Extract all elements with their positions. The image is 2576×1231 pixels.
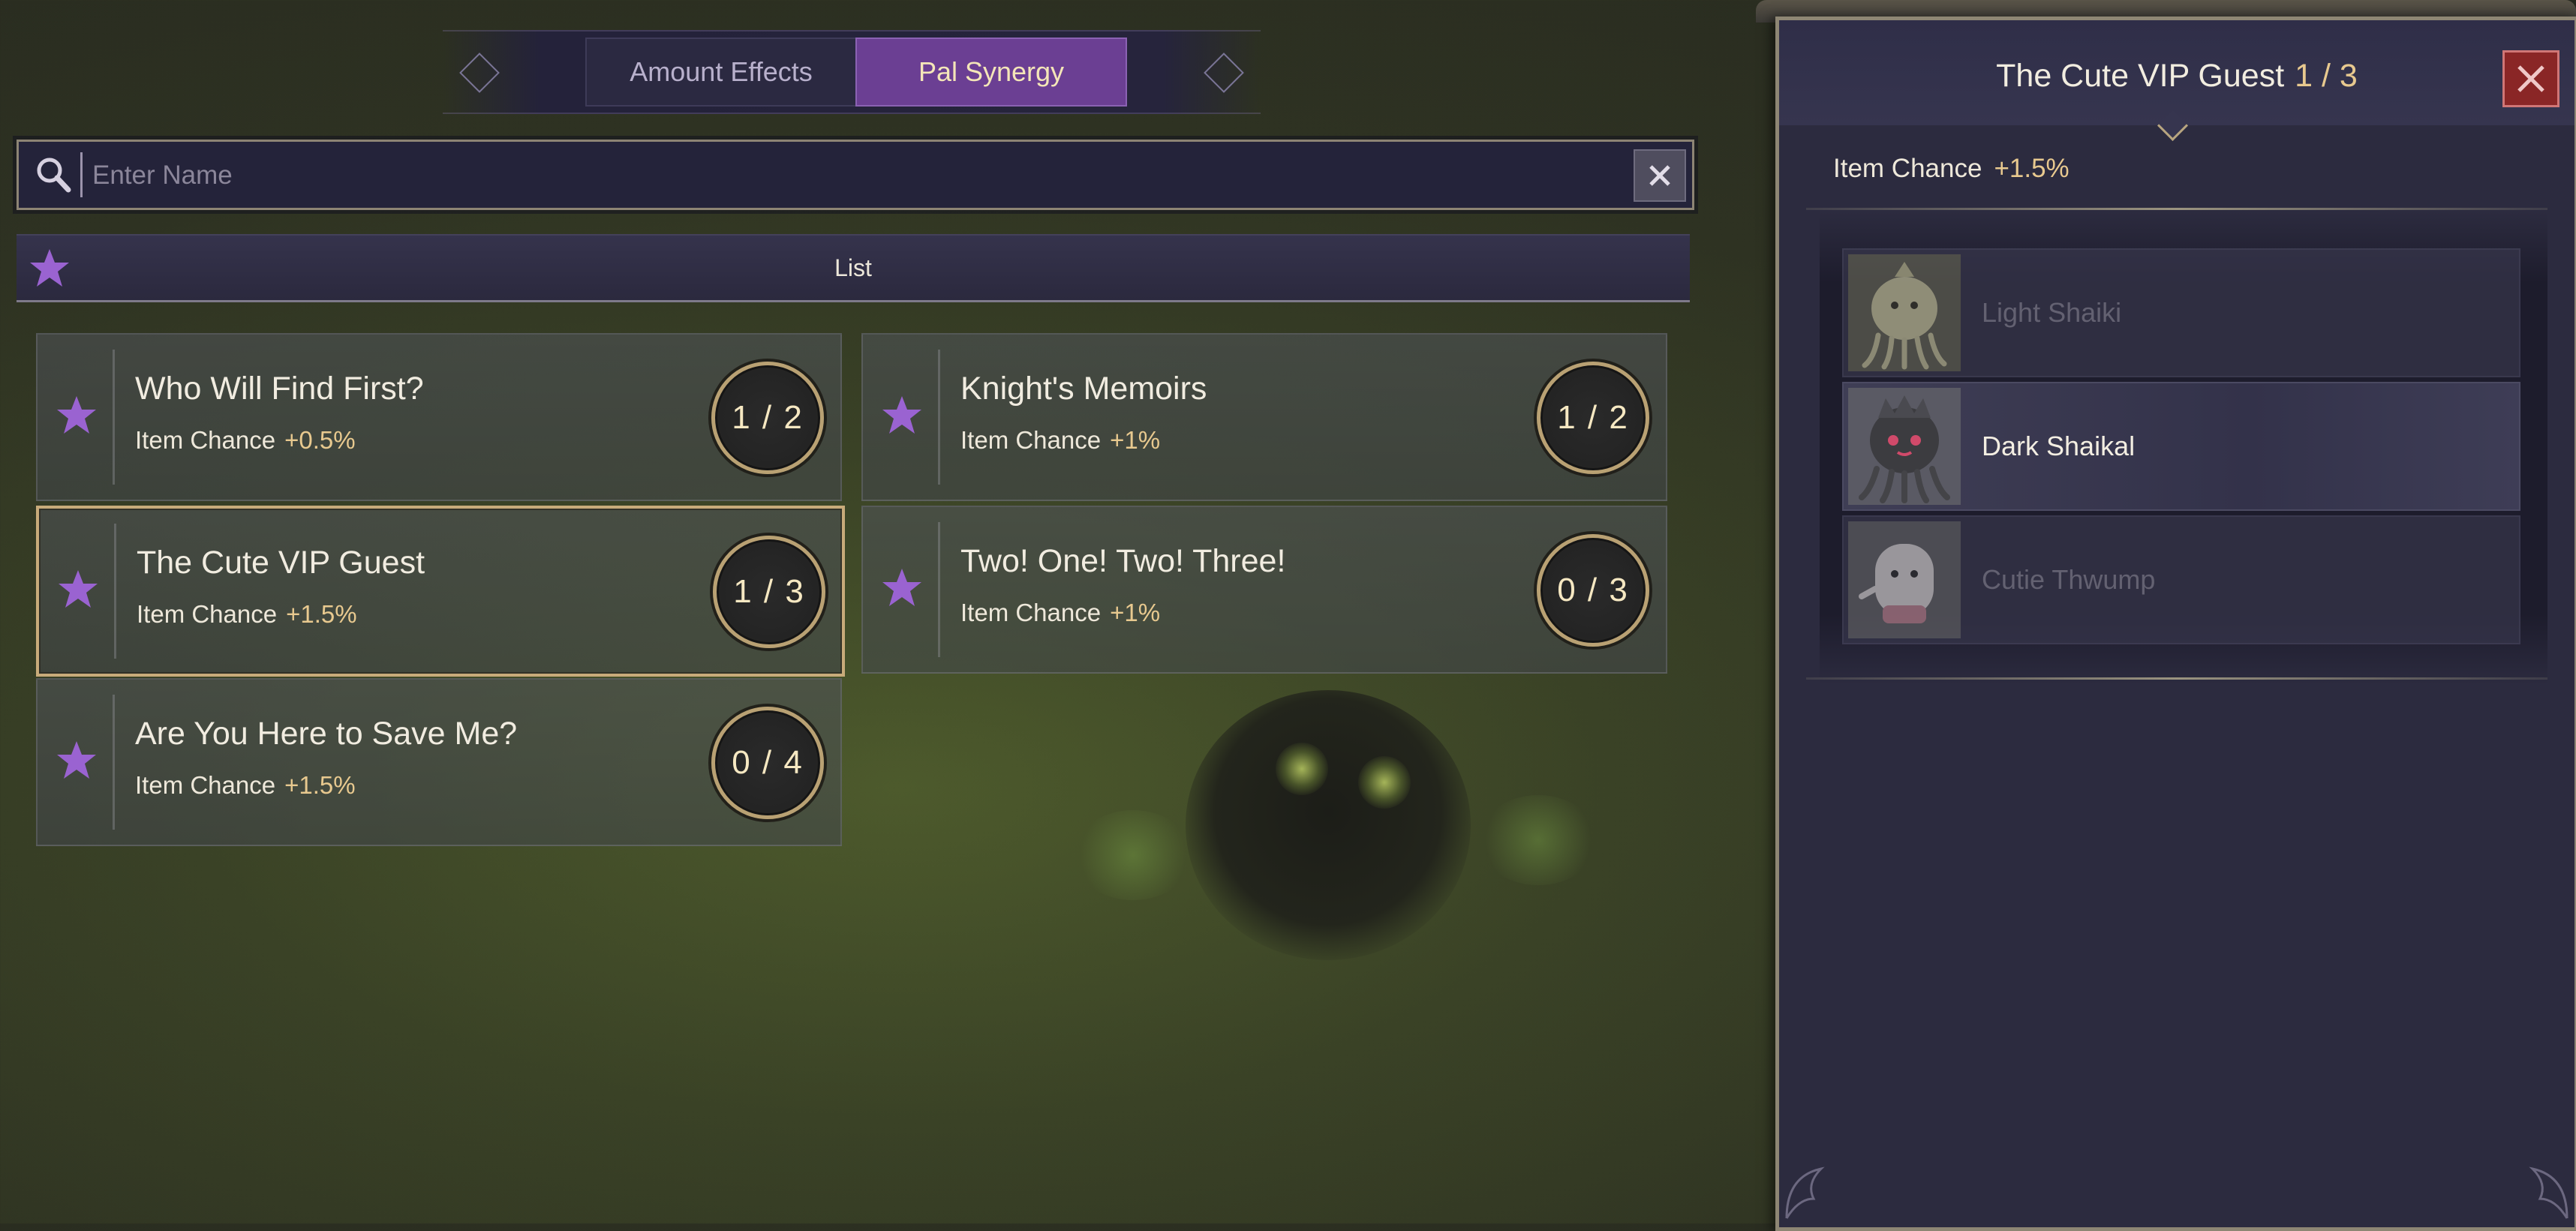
- collection-count-badge: 0 / 4: [711, 707, 824, 819]
- synergy-effect: Item Chance +1%: [960, 599, 1160, 627]
- background-creature: [1186, 690, 1471, 960]
- close-button[interactable]: [2502, 50, 2559, 107]
- pal-name: Dark Shaikal: [1982, 431, 2136, 461]
- synergy-title: Are You Here to Save Me?: [135, 716, 518, 752]
- pal-list: Light Shaiki Dark Shaikal Cutie Thwump: [1820, 212, 2547, 685]
- pal-item-dark-shaikal[interactable]: Dark Shaikal: [1842, 382, 2520, 511]
- synergy-effect: Item Chance +0.5%: [135, 426, 356, 455]
- star-icon[interactable]: [54, 738, 99, 783]
- synergy-title: Two! One! Two! Three!: [960, 543, 1286, 579]
- card-divider: [113, 350, 115, 485]
- effect-value: +1.5%: [284, 771, 356, 799]
- tab-ornament-left: [459, 53, 500, 93]
- detail-count: 1 / 3: [2295, 58, 2358, 94]
- effect-label: Item Chance: [960, 599, 1102, 626]
- list-label: List: [834, 254, 872, 281]
- corner-ornament-left: [1785, 1166, 1825, 1219]
- detail-panel: The Cute VIP Guest 1 / 3 Item Chance +1.5%…: [1775, 17, 2576, 1231]
- background-glow-eye: [1358, 756, 1411, 809]
- collection-count-badge: 1 / 3: [713, 536, 825, 648]
- light-shaiki-portrait: [1848, 254, 1961, 371]
- collection-count-badge: 1 / 2: [1537, 362, 1649, 474]
- star-icon[interactable]: [879, 393, 924, 438]
- star-icon[interactable]: [56, 567, 101, 612]
- search-bar: [17, 140, 1694, 210]
- background-glow: [1478, 795, 1598, 885]
- tab-amount-effects[interactable]: Amount Effects: [585, 38, 857, 107]
- synergy-effect: Item Chance +1.5%: [137, 600, 357, 629]
- list-header: List: [17, 234, 1690, 302]
- tab-bar: Amount Effects Pal Synergy: [443, 30, 1261, 114]
- card-divider: [938, 350, 940, 485]
- effect-value: +1%: [1110, 426, 1161, 454]
- detail-effect: Item Chance +1.5%: [1833, 154, 2070, 184]
- clear-icon: [1649, 165, 1670, 186]
- card-divider: [114, 524, 116, 659]
- clear-search-button[interactable]: [1634, 149, 1686, 202]
- synergy-effect: Item Chance +1.5%: [135, 771, 356, 800]
- tab-ornament-right: [1204, 53, 1244, 93]
- divider: [1806, 677, 2547, 680]
- search-input[interactable]: [91, 146, 1617, 205]
- synergy-title: The Cute VIP Guest: [137, 545, 425, 581]
- pal-item-light-shaiki[interactable]: Light Shaiki: [1842, 248, 2520, 377]
- detail-title-text: The Cute VIP Guest: [1996, 58, 2285, 94]
- pal-name: Cutie Thwump: [1982, 564, 2156, 595]
- collection-count-badge: 0 / 3: [1537, 534, 1649, 647]
- cutie-thwump-portrait: [1848, 521, 1961, 638]
- synergy-effect: Item Chance +1%: [960, 426, 1160, 455]
- star-icon[interactable]: [879, 566, 924, 611]
- background-glow: [1073, 810, 1193, 900]
- background-glow-eye: [1276, 743, 1328, 795]
- detail-title: The Cute VIP Guest 1 / 3: [1779, 58, 2574, 95]
- effect-label: Item Chance: [135, 426, 276, 454]
- close-icon: [2517, 65, 2544, 92]
- detail-header: The Cute VIP Guest 1 / 3: [1779, 20, 2574, 125]
- effect-label: Item Chance: [1833, 154, 1982, 183]
- synergy-card-are-you-here-to-save-me[interactable]: Are You Here to Save Me? Item Chance +1.5…: [36, 678, 842, 846]
- effect-value: +1%: [1110, 599, 1161, 626]
- divider: [1806, 208, 2547, 210]
- effect-label: Item Chance: [960, 426, 1102, 454]
- synergy-title: Who Will Find First?: [135, 371, 424, 407]
- corner-ornament-right: [2529, 1166, 2568, 1219]
- star-icon[interactable]: [54, 393, 99, 438]
- dark-shaikal-portrait: [1848, 388, 1961, 505]
- effect-label: Item Chance: [137, 600, 278, 628]
- synergy-card-knights-memoirs[interactable]: Knight's Memoirs Item Chance +1% 1 / 2: [861, 333, 1667, 501]
- effect-value: +0.5%: [284, 426, 356, 454]
- search-divider: [80, 152, 83, 197]
- effect-value: +1.5%: [1994, 154, 2070, 183]
- card-divider: [938, 522, 940, 657]
- pal-name: Light Shaiki: [1982, 297, 2122, 328]
- synergy-card-two-one-two-three[interactable]: Two! One! Two! Three! Item Chance +1% 0 /…: [861, 506, 1667, 674]
- pal-item-cutie-thwump[interactable]: Cutie Thwump: [1842, 515, 2520, 644]
- effect-value: +1.5%: [286, 600, 357, 628]
- card-divider: [113, 695, 115, 830]
- synergy-card-who-will-find-first[interactable]: Who Will Find First? Item Chance +0.5% 1 …: [36, 333, 842, 501]
- synergy-card-the-cute-vip-guest[interactable]: The Cute VIP Guest Item Chance +1.5% 1 / …: [36, 506, 845, 677]
- synergy-title: Knight's Memoirs: [960, 371, 1207, 407]
- tab-pal-synergy[interactable]: Pal Synergy: [855, 38, 1127, 107]
- collection-count-badge: 1 / 2: [711, 362, 824, 474]
- effect-label: Item Chance: [135, 771, 276, 799]
- search-icon[interactable]: [31, 152, 76, 197]
